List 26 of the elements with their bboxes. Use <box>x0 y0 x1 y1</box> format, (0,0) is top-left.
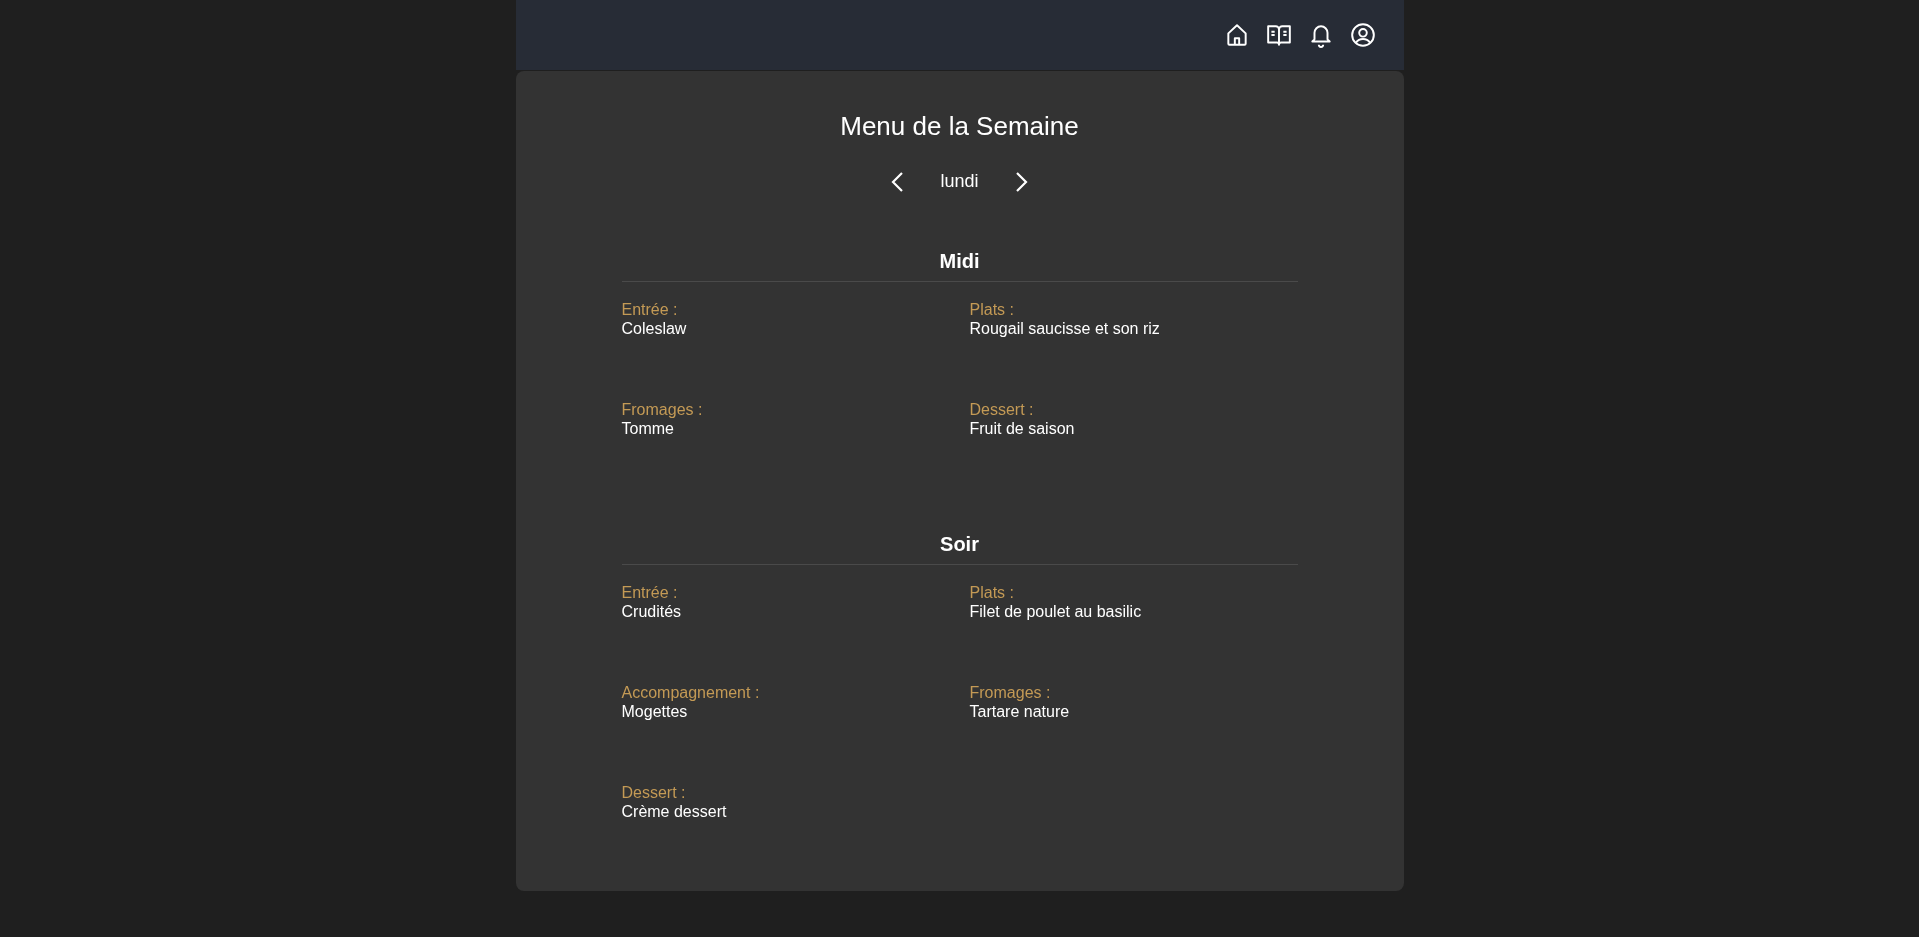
user-profile-icon[interactable] <box>1349 22 1376 48</box>
dish-name: Rougail saucisse et son riz <box>969 319 1161 339</box>
course-label: Fromages : <box>621 400 704 420</box>
dish-name: Tartare nature <box>969 702 1071 722</box>
dish-name: Crudités <box>621 602 683 622</box>
page-title: Menu de la Semaine <box>839 111 1080 143</box>
course-label: Fromages : <box>969 683 1052 703</box>
course-label: Dessert : <box>621 783 687 803</box>
dish-name: Coleslaw <box>621 319 688 339</box>
book-icon[interactable] <box>1265 22 1292 48</box>
meal-heading: Soir <box>621 532 1298 566</box>
course-label: Accompagnement : <box>621 683 761 703</box>
dish-name: Tomme <box>621 419 675 439</box>
previous-day-button[interactable] <box>890 170 905 193</box>
next-day-button[interactable] <box>1014 170 1029 193</box>
dish-name: Mogettes <box>621 702 689 722</box>
dish-name: Crème dessert <box>621 802 728 822</box>
day-label: lundi <box>940 170 979 194</box>
course-label: Entrée : <box>621 300 679 320</box>
dish-name: Fruit de saison <box>969 419 1076 439</box>
dish-name: Filet de poulet au basilic <box>969 602 1143 622</box>
course-label: Plats : <box>969 300 1015 320</box>
course-label: Dessert : <box>969 400 1035 420</box>
course-label: Entrée : <box>621 583 679 603</box>
course-label: Plats : <box>969 583 1015 603</box>
meal-heading: Midi <box>621 249 1298 283</box>
